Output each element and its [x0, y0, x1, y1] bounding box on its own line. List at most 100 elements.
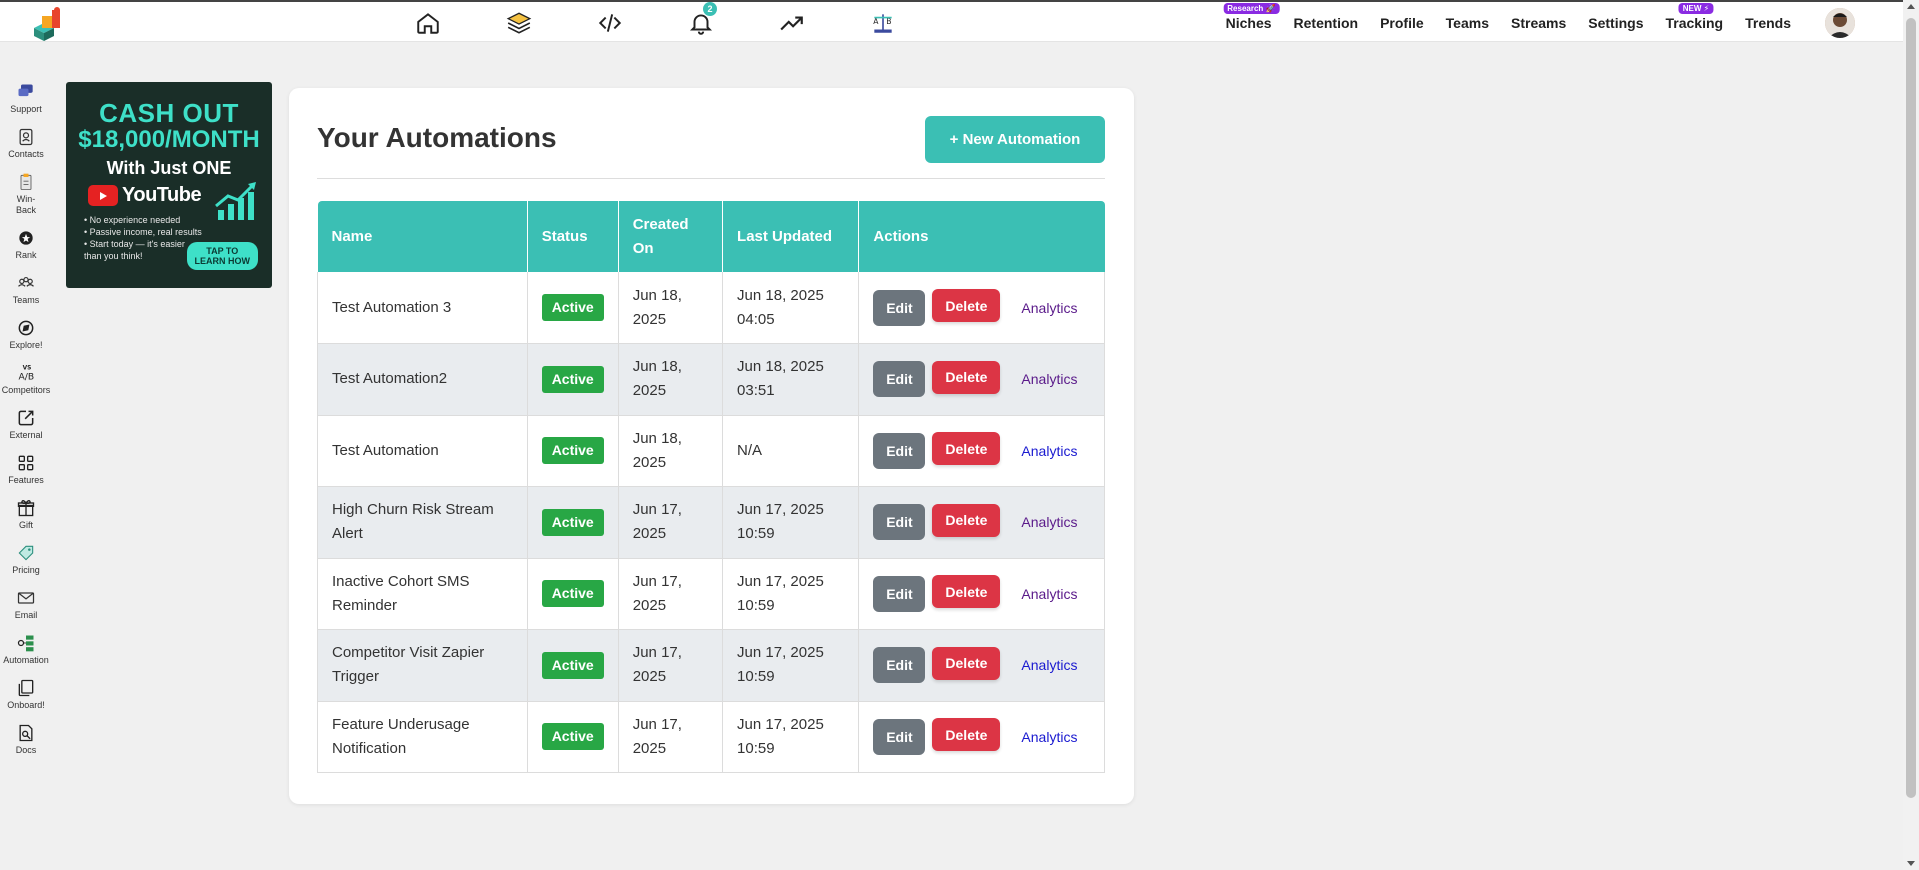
automations-card: Your Automations + New Automation Name S… [289, 88, 1134, 804]
new-automation-button[interactable]: + New Automation [925, 116, 1105, 163]
edit-button[interactable]: Edit [873, 575, 926, 612]
sidebar-item-support[interactable]: Support [0, 82, 52, 115]
last-updated-cell: Jun 18, 2025 03:51 [722, 343, 860, 416]
sidebar-item-email[interactable]: Email [0, 588, 52, 621]
analytics-link[interactable]: Analytics [1021, 653, 1077, 677]
last-updated-cell: Jun 17, 2025 10:59 [722, 629, 860, 702]
code-icon[interactable] [592, 8, 628, 38]
automation-name-cell: Test Automation2 [317, 343, 528, 416]
delete-button[interactable]: Delete [932, 646, 1001, 680]
sidebar-item-gift[interactable]: Gift [0, 498, 52, 531]
edit-button[interactable]: Edit [873, 647, 926, 684]
table-row: Test Automation 3 Active Jun 18, 2025 Jun 18… [317, 272, 1105, 344]
delete-button[interactable]: Delete [932, 432, 1001, 466]
sidebar-item-external[interactable]: External [0, 408, 52, 441]
analytics-link[interactable]: Analytics [1021, 582, 1077, 606]
edit-button[interactable]: Edit [873, 289, 926, 326]
created-on-cell: Jun 18, 2025 [618, 343, 724, 416]
user-avatar[interactable] [1825, 8, 1855, 38]
automations-table: Name Status Created On Last Updated Acti… [317, 201, 1105, 773]
status-badge: Active [541, 365, 604, 393]
delete-button[interactable]: Delete [932, 503, 1001, 537]
sidebar-item-docs[interactable]: Docs [0, 723, 52, 756]
sidebar-item-label: Docs [15, 745, 37, 755]
created-on-cell: Jun 17, 2025 [618, 486, 724, 559]
new-tag: NEW ⚡ [1678, 3, 1714, 14]
sidebar-item-win-back[interactable]: Win-Back [0, 172, 52, 216]
analytics-link[interactable]: Analytics [1021, 439, 1077, 463]
status-badge: Active [541, 651, 604, 679]
trending-up-icon[interactable] [774, 8, 810, 38]
layers-icon[interactable] [501, 8, 537, 38]
nav-tracking[interactable]: NEW ⚡ Tracking [1666, 3, 1723, 31]
left-sidebar: Support Contacts Win-Back Rank Teams Exp… [0, 82, 52, 768]
nav-retention[interactable]: Retention [1294, 15, 1359, 31]
sidebar-item-label: Competitors [1, 385, 51, 395]
nav-settings[interactable]: Settings [1588, 15, 1643, 31]
ad-subline: With Just ONE [106, 158, 232, 178]
last-updated-cell: N/A [722, 415, 860, 487]
last-updated-cell: Jun 17, 2025 10:59 [722, 558, 860, 630]
table-row: Inactive Cohort SMS Reminder Active Jun 17… [317, 558, 1105, 630]
nav-niches[interactable]: Research 🚀 Niches [1223, 3, 1280, 31]
analytics-link[interactable]: Analytics [1021, 367, 1077, 391]
nav-trends[interactable]: Trends [1745, 15, 1791, 31]
analytics-link[interactable]: Analytics [1021, 725, 1077, 749]
scroll-up-arrow-icon[interactable] [1907, 4, 1915, 9]
divider [317, 178, 1105, 179]
status-cell: Active [527, 272, 619, 344]
automation-name-cell: Test Automation [317, 415, 528, 487]
sidebar-item-competitors[interactable]: VS A/B Competitors [0, 363, 52, 396]
edit-button[interactable]: Edit [873, 361, 926, 398]
sidebar-item-onboard[interactable]: Onboard! [0, 678, 52, 711]
ab-test-icon[interactable]: AB [865, 8, 901, 38]
nav-profile[interactable]: Profile [1380, 15, 1424, 31]
edit-button[interactable]: Edit [873, 432, 926, 469]
last-updated-cell: Jun 17, 2025 10:59 [722, 701, 860, 773]
analytics-link[interactable]: Analytics [1021, 510, 1077, 534]
sidebar-item-contacts[interactable]: Contacts [0, 127, 52, 160]
sidebar-item-label: Rank [15, 250, 37, 260]
edit-button[interactable]: Edit [873, 504, 926, 541]
status-badge: Active [541, 580, 604, 608]
sidebar-item-rank[interactable]: Rank [0, 228, 52, 261]
svg-text:B: B [886, 17, 891, 26]
actions-cell: Edit Delete Analytics [858, 558, 1105, 630]
analytics-link[interactable]: Analytics [1021, 296, 1077, 320]
ad-cta-button[interactable]: TAP TO LEARN HOW [186, 242, 258, 270]
app-logo[interactable] [30, 6, 66, 42]
nav-teams[interactable]: Teams [1446, 15, 1489, 31]
sidebar-item-teams[interactable]: Teams [0, 273, 52, 306]
sidebar-item-explore[interactable]: Explore! [0, 318, 52, 351]
status-badge: Active [541, 294, 604, 321]
delete-button[interactable]: Delete [932, 718, 1001, 752]
sidebar-item-label: Email [14, 610, 38, 620]
scrollbar-thumb[interactable] [1906, 18, 1916, 798]
scroll-down-arrow-icon[interactable] [1907, 861, 1915, 866]
actions-cell: Edit Delete Analytics [858, 486, 1105, 559]
column-header-actions: Actions [858, 201, 1105, 272]
sidebar-item-features[interactable]: Features [0, 453, 52, 486]
automation-name-cell: High Churn Risk Stream Alert [317, 486, 528, 559]
table-header-row: Name Status Created On Last Updated Acti… [317, 201, 1105, 272]
last-updated-cell: Jun 18, 2025 04:05 [722, 272, 860, 344]
delete-button[interactable]: Delete [932, 289, 1001, 322]
status-cell: Active [527, 701, 619, 773]
status-badge: Active [541, 723, 604, 751]
research-tag: Research 🚀 [1223, 3, 1280, 14]
promo-ad-banner[interactable]: CASH OUT $18,000/MONTH With Just ONE You… [66, 82, 272, 288]
sidebar-item-pricing[interactable]: Pricing [0, 543, 52, 576]
delete-button[interactable]: Delete [932, 360, 1001, 394]
created-on-cell: Jun 18, 2025 [618, 272, 724, 344]
nav-streams[interactable]: Streams [1511, 15, 1566, 31]
ad-headline: CASH OUT [99, 98, 239, 128]
page-scrollbar[interactable] [1903, 0, 1919, 870]
home-icon[interactable] [410, 8, 446, 38]
status-cell: Active [527, 558, 619, 630]
delete-button[interactable]: Delete [932, 575, 1001, 609]
edit-button[interactable]: Edit [873, 718, 926, 755]
status-cell: Active [527, 343, 619, 416]
sidebar-item-automation[interactable]: Automation [0, 633, 52, 666]
bell-icon[interactable]: 2 [683, 2, 719, 38]
automation-name-cell: Competitor Visit Zapier Trigger [317, 629, 528, 702]
